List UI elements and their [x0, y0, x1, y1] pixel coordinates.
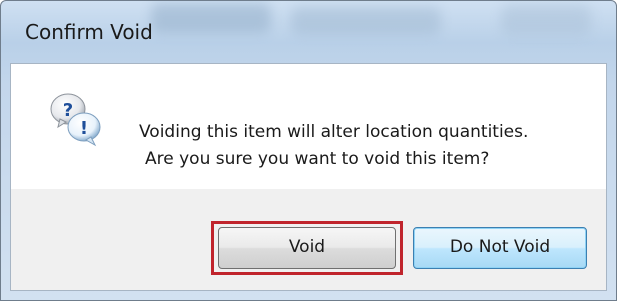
message-line-2: Are you sure you want to void this item? [145, 149, 490, 169]
message-line-1: Voiding this item will alter location qu… [139, 122, 529, 142]
confirmation-message: Voiding this item will alter location qu… [139, 119, 528, 173]
question-exclamation-icon: ? ! [50, 93, 101, 147]
message-panel: ? ! Voiding this item will alter locatio… [11, 64, 606, 189]
dialog-client-area: ? ! Voiding this item will alter locatio… [10, 63, 607, 291]
do-not-void-button[interactable]: Do Not Void [413, 227, 587, 269]
void-button[interactable]: Void [218, 227, 396, 269]
window-title: Confirm Void [25, 20, 153, 44]
confirm-void-window: Confirm Void ? ! Voiding this item will … [0, 0, 617, 301]
svg-text:!: ! [80, 118, 88, 139]
title-bar[interactable]: Confirm Void [1, 1, 616, 63]
